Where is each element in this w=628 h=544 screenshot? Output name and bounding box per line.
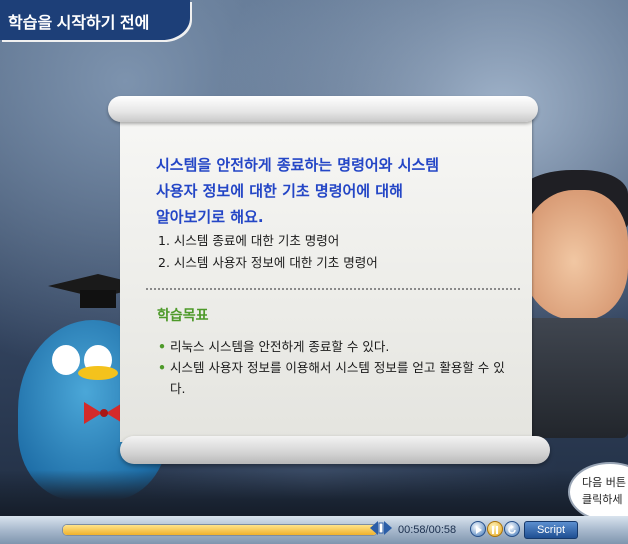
intro-line: 알아보기로 해요. <box>156 208 264 226</box>
list-item: 시스템 사용자 정보를 이용해서 시스템 정보를 얻고 활용할 수 있다. <box>158 357 518 399</box>
list-item: 2. 시스템 사용자 정보에 대한 기초 명령어 <box>158 255 378 270</box>
script-button[interactable]: Script <box>524 521 578 539</box>
scroll-roll-bottom <box>120 436 550 464</box>
dotted-divider <box>146 288 520 290</box>
teacher-monitor <box>520 318 628 438</box>
progress-fill <box>63 525 377 535</box>
next-hint-text: 다음 버튼 클릭하세 <box>582 474 628 508</box>
intro-line: 사용자 정보에 대한 기초 명령어에 대해 <box>156 182 403 200</box>
list-item: 리눅스 시스템을 안전하게 종료할 수 있다. <box>158 336 518 357</box>
title-banner: 학습을 시작하기 전에 <box>0 0 190 40</box>
learning-goals-heading: 학습목표 <box>157 308 209 324</box>
learning-goals-list: 리눅스 시스템을 안전하게 종료할 수 있다. 시스템 사용자 정보를 이용해서… <box>158 336 518 399</box>
pause-icon <box>492 526 498 534</box>
lesson-contents-list: 1. 시스템 종료에 대한 기초 명령어 2. 시스템 사용자 정보에 대한 기… <box>158 230 518 274</box>
penguin-beak <box>78 366 118 380</box>
pause-button[interactable] <box>487 521 503 537</box>
hint-line: 클릭하세 <box>582 493 623 506</box>
progress-bar[interactable] <box>62 524 378 536</box>
grass-strip <box>0 470 628 520</box>
list-item: 1. 시스템 종료에 대한 기초 명령어 <box>158 233 340 248</box>
time-display: 00:58/00:58 <box>398 524 457 536</box>
intro-text: 시스템을 안전하게 종료하는 명령어와 시스템 사용자 정보에 대한 기초 명령… <box>156 152 516 230</box>
replay-icon <box>508 525 516 534</box>
teacher-character <box>520 190 628 320</box>
page-title: 학습을 시작하기 전에 <box>8 15 150 32</box>
play-button[interactable] <box>470 521 486 537</box>
penguin-eye-left <box>52 345 80 375</box>
progress-knob-icon[interactable] <box>370 520 392 536</box>
play-icon <box>476 526 482 534</box>
scroll-roll-top <box>108 96 538 122</box>
replay-button[interactable] <box>504 521 520 537</box>
hint-line: 다음 버튼 <box>582 476 626 489</box>
intro-line: 시스템을 안전하게 종료하는 명령어와 시스템 <box>156 156 440 174</box>
bowtie-icon <box>84 402 124 424</box>
